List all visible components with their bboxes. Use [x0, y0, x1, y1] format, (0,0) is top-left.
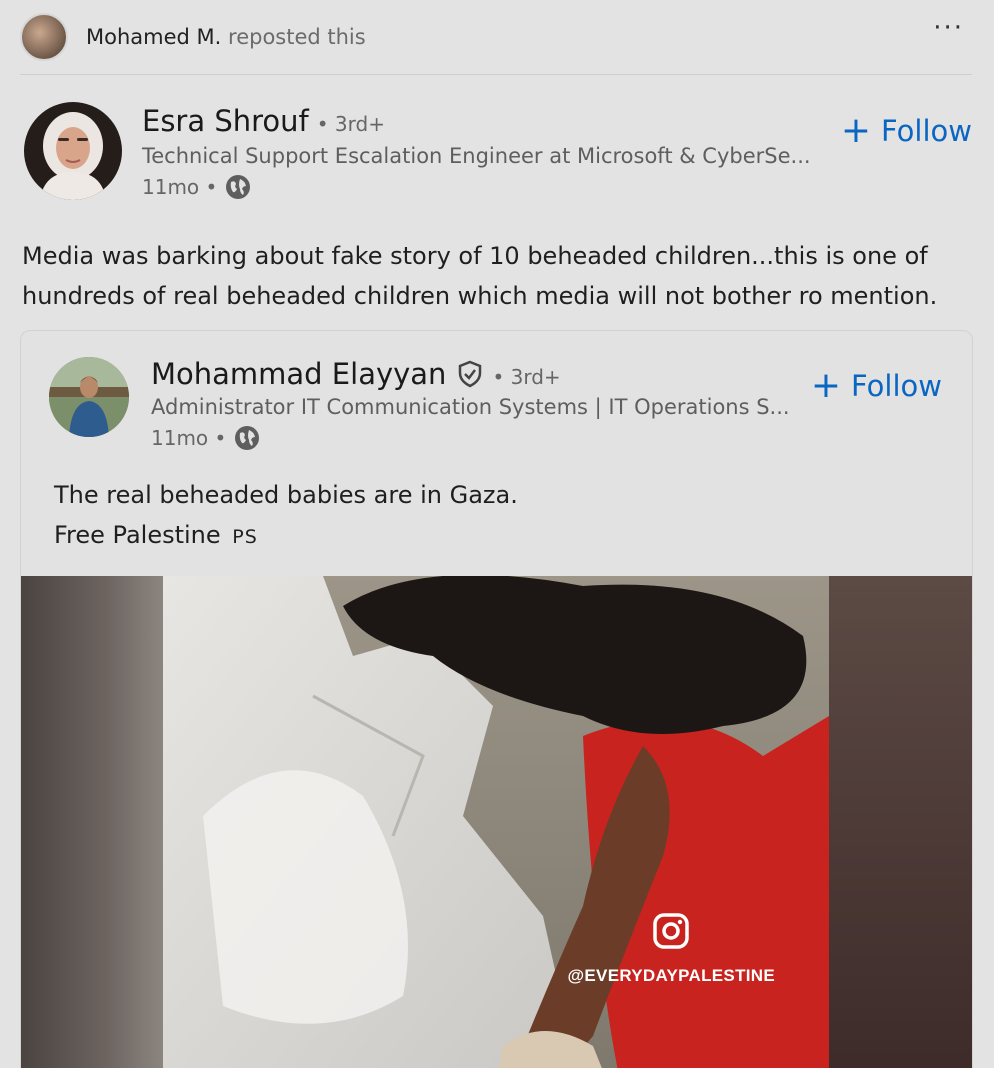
divider — [20, 74, 972, 75]
video-watermark: @EVERYDAYPALESTINE — [568, 912, 775, 986]
embedded-follow-button[interactable]: + Follow — [810, 365, 942, 406]
repost-header: Mohamed M. reposted this ··· — [20, 10, 974, 64]
author-name[interactable]: Esra Shrouf — [142, 104, 309, 138]
globe-icon — [235, 426, 260, 450]
video-blur-right — [829, 576, 972, 1068]
embedded-post-text: The real beheaded babies are in Gaza. Fr… — [54, 475, 518, 557]
embedded-text-line: The real beheaded babies are in Gaza. — [54, 481, 518, 509]
embedded-author-headline: Administrator IT Communication Systems |… — [151, 395, 790, 419]
post-time: 11mo • — [142, 175, 218, 199]
follow-button[interactable]: + Follow — [840, 110, 972, 151]
reposter-avatar[interactable] — [20, 13, 68, 61]
reposter-name[interactable]: Mohamed M. — [86, 25, 221, 49]
flag-code: PS — [232, 526, 258, 548]
connection-degree: • 3rd+ — [316, 112, 385, 136]
embedded-post-author: Mohammad Elayyan • 3rd+ Administrator IT… — [49, 357, 942, 450]
embedded-author-name[interactable]: Mohammad Elayyan — [151, 357, 446, 391]
author-avatar[interactable] — [24, 102, 122, 200]
follow-label: Follow — [881, 114, 972, 148]
repost-text: Mohamed M. reposted this — [86, 25, 366, 49]
video-still — [163, 576, 829, 1068]
post-text-line: Media was barking about fake story of 10… — [22, 242, 928, 270]
embedded-text-line-2: Free Palestine PS — [54, 515, 518, 557]
post-text: Media was barking about fake story of 10… — [22, 236, 982, 316]
embedded-post[interactable]: Mohammad Elayyan • 3rd+ Administrator IT… — [20, 330, 973, 1068]
plus-icon: + — [810, 365, 842, 406]
post-author: Esra Shrouf • 3rd+ Technical Support Esc… — [24, 102, 974, 202]
video-blur-left — [21, 576, 163, 1068]
embedded-text-free: Free Palestine — [54, 521, 221, 549]
plus-icon: + — [840, 110, 872, 151]
video-frame: @EVERYDAYPALESTINE — [163, 576, 829, 1068]
post-text-line: hundreds of real beheaded children which… — [22, 282, 938, 310]
instagram-icon — [653, 913, 690, 949]
repost-verb: reposted this — [228, 25, 366, 49]
embedded-post-time: 11mo • — [151, 426, 227, 450]
embedded-follow-label: Follow — [851, 369, 942, 403]
more-options-button[interactable]: ··· — [933, 15, 964, 41]
embedded-author-avatar[interactable] — [49, 357, 129, 437]
author-headline: Technical Support Escalation Engineer at… — [142, 144, 811, 168]
watermark-text: @EVERYDAYPALESTINE — [567, 966, 775, 985]
verified-shield-icon — [459, 360, 482, 388]
embedded-connection-degree: • 3rd+ — [492, 365, 561, 389]
globe-icon — [226, 175, 251, 199]
video-player[interactable]: @EVERYDAYPALESTINE — [21, 576, 972, 1068]
